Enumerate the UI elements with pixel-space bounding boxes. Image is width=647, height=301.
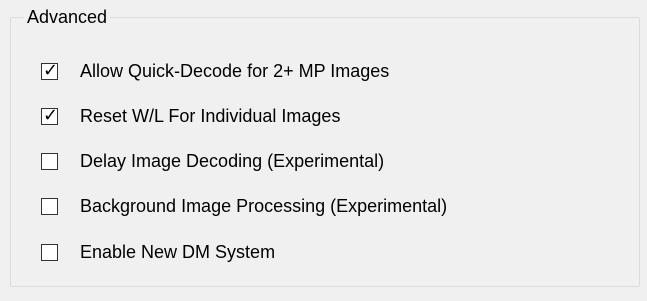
delay-image-decoding-checkbox[interactable]: ✓ (41, 152, 58, 170)
advanced-options-list: ✓ Allow Quick-Decode for 2+ MP Images ✓ … (41, 0, 631, 301)
allow-quick-decode-option[interactable]: ✓ Allow Quick-Decode for 2+ MP Images (41, 59, 389, 83)
enable-new-dm-system-checkbox[interactable]: ✓ (41, 243, 58, 261)
reset-wl-label[interactable]: Reset W/L For Individual Images (80, 104, 340, 128)
background-image-processing-option[interactable]: ✓ Background Image Processing (Experimen… (41, 194, 447, 218)
background-image-processing-label[interactable]: Background Image Processing (Experimenta… (80, 194, 447, 218)
enable-new-dm-system-label[interactable]: Enable New DM System (80, 240, 275, 264)
delay-image-decoding-option[interactable]: ✓ Delay Image Decoding (Experimental) (41, 149, 384, 173)
reset-wl-option[interactable]: ✓ Reset W/L For Individual Images (41, 104, 340, 128)
delay-image-decoding-label[interactable]: Delay Image Decoding (Experimental) (80, 149, 384, 173)
enable-new-dm-system-option[interactable]: ✓ Enable New DM System (41, 240, 275, 264)
allow-quick-decode-label[interactable]: Allow Quick-Decode for 2+ MP Images (80, 59, 389, 83)
checkmark-icon: ✓ (43, 59, 59, 80)
background-image-processing-checkbox[interactable]: ✓ (41, 197, 58, 215)
advanced-settings-panel: Advanced ✓ Allow Quick-Decode for 2+ MP … (0, 0, 647, 301)
checkmark-icon: ✓ (43, 104, 59, 125)
allow-quick-decode-checkbox[interactable]: ✓ (41, 59, 59, 80)
reset-wl-checkbox[interactable]: ✓ (41, 104, 59, 125)
